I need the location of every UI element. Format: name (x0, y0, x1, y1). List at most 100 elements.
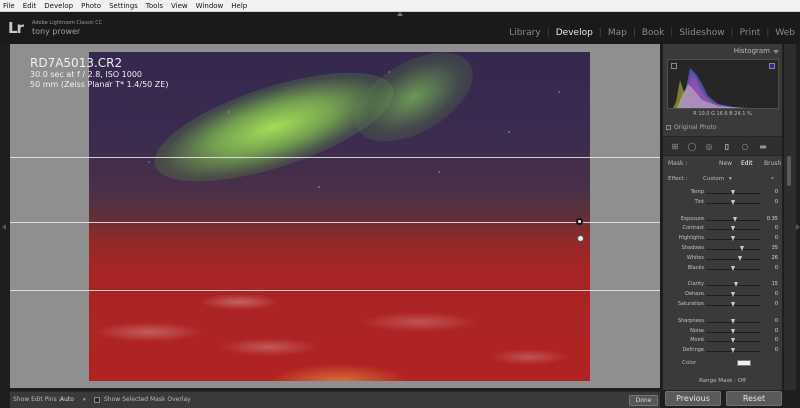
slider-knob[interactable] (730, 318, 735, 324)
graduated-filter-line-top[interactable] (10, 157, 660, 158)
slider-contrast[interactable]: Contrast 0 (663, 224, 782, 234)
slider-whites[interactable]: Whites 26 (663, 254, 782, 264)
slider-tint[interactable]: Tint 0 (663, 198, 782, 208)
slider-value[interactable]: 0 (775, 265, 778, 271)
filter-pin-rotate[interactable] (577, 235, 584, 242)
original-photo-checkbox[interactable] (666, 125, 671, 130)
spot-removal-icon[interactable]: ◯ (687, 142, 697, 152)
effect-preset-select[interactable]: Custom (703, 176, 724, 182)
slider-value[interactable]: 0 (775, 225, 778, 231)
slider-value[interactable]: 0.35 (767, 216, 778, 222)
red-eye-icon[interactable]: ◎ (704, 142, 714, 152)
slider-value[interactable]: 0 (775, 347, 778, 353)
slider-noise[interactable]: Noise 0 (663, 327, 782, 337)
module-develop[interactable]: Develop (551, 28, 598, 38)
menu-view[interactable]: View (171, 0, 188, 12)
slider-value[interactable]: 0 (775, 199, 778, 205)
mask-edit-button[interactable]: Edit (741, 160, 753, 167)
mask-overlay-checkbox[interactable] (94, 397, 100, 403)
histogram-graph[interactable] (667, 59, 779, 109)
slider-knob[interactable] (730, 226, 735, 232)
slider-temp[interactable]: Temp 0 (663, 188, 782, 198)
crop-icon[interactable]: ⊞ (670, 142, 680, 152)
chevron-down-icon[interactable]: ▾ (83, 397, 86, 403)
slider-value[interactable]: 0 (775, 189, 778, 195)
reset-button[interactable]: Reset (726, 391, 782, 406)
graduated-filter-line-center[interactable] (10, 222, 660, 223)
slider-knob[interactable] (730, 190, 735, 195)
left-panel-toggle-icon[interactable] (2, 224, 6, 230)
slider-shadows[interactable]: Shadows 35 (663, 244, 782, 254)
collapse-effect-icon[interactable]: ▾ (771, 176, 774, 182)
slider-knob[interactable] (730, 301, 735, 307)
slider-value[interactable]: 15 (772, 281, 778, 287)
histogram-header[interactable]: Histogram (663, 44, 782, 59)
slider-knob[interactable] (730, 236, 735, 242)
slider-sharpness[interactable]: Sharpness 0 (663, 317, 782, 327)
menu-photo[interactable]: Photo (81, 0, 101, 12)
slider-knob[interactable] (730, 338, 735, 344)
slider-track[interactable] (706, 258, 760, 260)
slider-exposure[interactable]: Exposure 0.35 (663, 215, 782, 225)
module-print[interactable]: Print (735, 28, 766, 38)
menu-tools[interactable]: Tools (146, 0, 163, 12)
slider-knob[interactable] (737, 255, 742, 261)
mask-new-button[interactable]: New (719, 160, 732, 167)
menu-develop[interactable]: Develop (44, 0, 73, 12)
radial-filter-icon[interactable]: ○ (740, 142, 750, 152)
slider-saturation[interactable]: Saturation 0 (663, 300, 782, 310)
menu-window[interactable]: Window (196, 0, 224, 12)
collapse-top-panel-icon[interactable] (397, 12, 403, 16)
menu-file[interactable]: File (3, 0, 15, 12)
slider-clarity[interactable]: Clarity 15 (663, 280, 782, 290)
slider-value[interactable]: 0 (775, 235, 778, 241)
slider-knob[interactable] (730, 292, 735, 298)
module-map[interactable]: Map (603, 28, 632, 38)
menu-settings[interactable]: Settings (109, 0, 138, 12)
color-swatch[interactable] (737, 360, 751, 366)
slider-defringe[interactable]: Defringe 0 (663, 346, 782, 356)
module-library[interactable]: Library (504, 28, 545, 38)
slider-value[interactable]: 0 (775, 328, 778, 334)
edit-pins-select[interactable]: Auto (60, 396, 74, 403)
highlight-clipping-icon[interactable] (769, 63, 775, 69)
slider-knob[interactable] (730, 265, 735, 271)
slider-knob[interactable] (734, 282, 739, 288)
original-photo-toggle[interactable]: Original Photo (666, 124, 717, 131)
slider-track[interactable] (706, 248, 760, 250)
filter-pin-active[interactable] (576, 218, 583, 225)
photo-canvas[interactable]: RD7A5013.CR2 30.0 sec at f / 2.8, ISO 10… (10, 44, 660, 388)
slider-value[interactable]: 26 (772, 255, 778, 261)
right-panel-scrollbar[interactable] (784, 44, 796, 390)
module-slideshow[interactable]: Slideshow (674, 28, 729, 38)
previous-button[interactable]: Previous (665, 391, 721, 406)
slider-value[interactable]: 35 (772, 245, 778, 251)
slider-value[interactable]: 0 (775, 318, 778, 324)
right-panel-toggle-icon[interactable] (796, 224, 800, 230)
module-book[interactable]: Book (637, 28, 669, 38)
graduated-filter-icon[interactable]: ▯ (722, 142, 732, 152)
mask-brush-button[interactable]: Brush (764, 160, 781, 167)
chevron-down-icon[interactable]: ▾ (729, 176, 732, 182)
slider-value[interactable]: 0 (775, 301, 778, 307)
menu-help[interactable]: Help (231, 0, 247, 12)
slider-value[interactable]: 0 (775, 291, 778, 297)
slider-knob[interactable] (739, 245, 744, 251)
module-web[interactable]: Web (770, 28, 800, 38)
collapse-histogram-icon[interactable] (773, 50, 779, 54)
slider-moir[interactable]: Moiré 0 (663, 336, 782, 346)
slider-track[interactable] (706, 285, 760, 287)
slider-knob[interactable] (730, 328, 735, 334)
range-mask-select[interactable]: Range Mask : Off (663, 378, 782, 388)
adjustment-brush-icon[interactable]: ▬ (758, 142, 768, 152)
slider-highlights[interactable]: Highlights 0 (663, 234, 782, 244)
slider-knob[interactable] (730, 348, 735, 354)
graduated-filter-line-bottom[interactable] (10, 290, 660, 291)
shadow-clipping-icon[interactable] (671, 63, 677, 69)
done-button[interactable]: Done (629, 395, 658, 406)
scrollbar-thumb[interactable] (787, 156, 791, 186)
slider-knob[interactable] (733, 216, 738, 222)
slider-value[interactable]: 0 (775, 337, 778, 343)
slider-blacks[interactable]: Blacks 0 (663, 264, 782, 274)
slider-knob[interactable] (730, 199, 735, 205)
